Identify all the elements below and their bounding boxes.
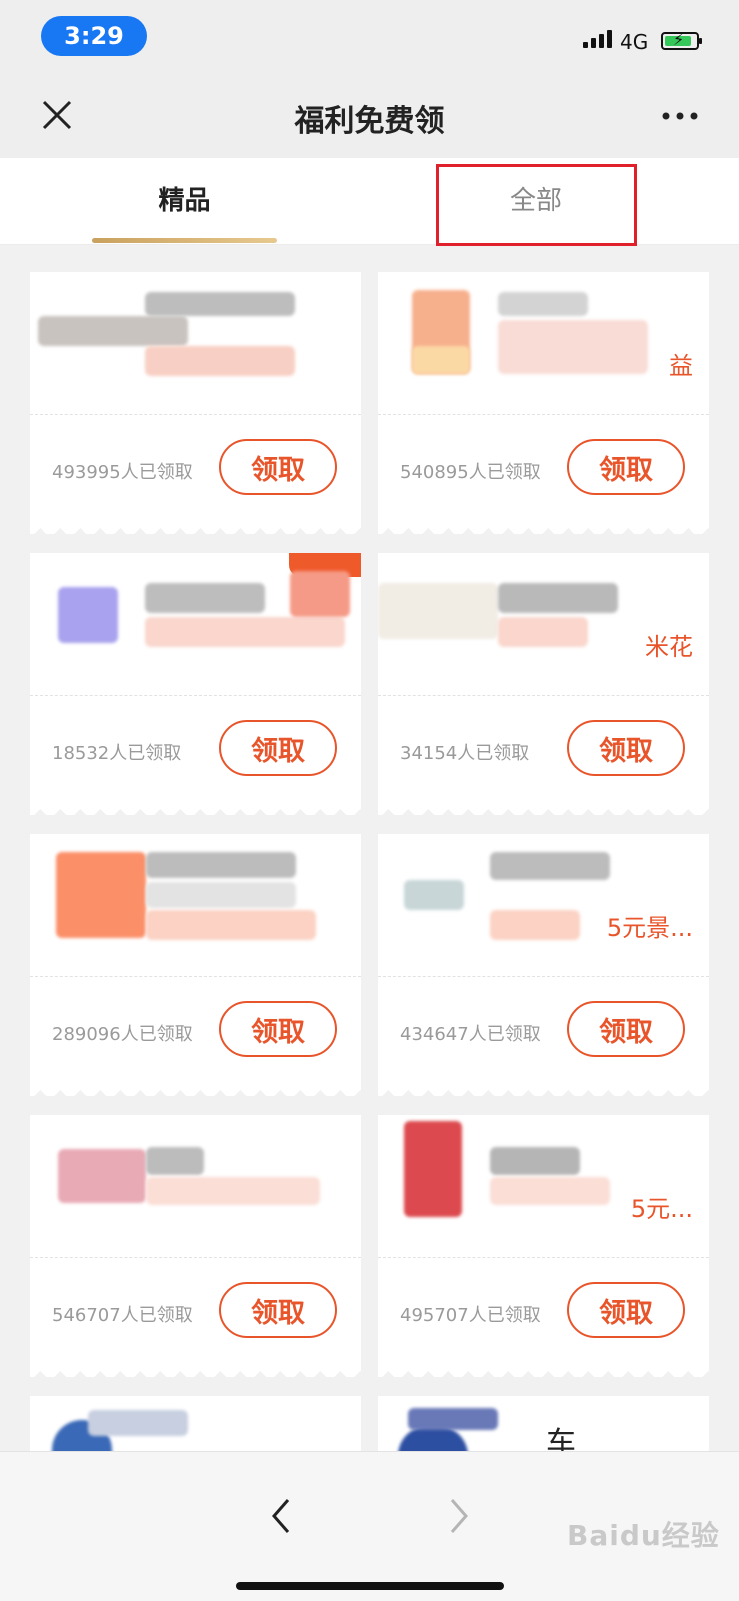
coupon-card[interactable]: 493995人已领取 领取 [30,272,361,534]
claim-button[interactable]: 领取 [567,1001,685,1057]
card-zigzag-edge [30,1084,361,1096]
page-title: 福利免费领 [294,104,445,139]
card-subtitle: 5元景... [606,914,693,942]
coupon-card[interactable]: 289096人已领取 领取 [30,834,361,1096]
card-header [378,1115,709,1257]
claim-button[interactable]: 领取 [219,439,337,495]
card-header [378,834,709,976]
claimed-count: 289096人已领取 [52,1024,193,1045]
coupon-card[interactable]: 5元... 495707人已领取 领取 [378,1115,709,1377]
status-bar: 3:29 4G ⚡ [0,0,739,78]
coupon-card-partial[interactable]: 车 [378,1396,709,1461]
claimed-count: 493995人已领取 [52,462,193,483]
coupon-card[interactable]: 5元景... 434647人已领取 领取 [378,834,709,1096]
claimed-count: 540895人已领取 [400,462,541,483]
battery-icon: ⚡ [661,30,702,50]
claim-button[interactable]: 领取 [567,1282,685,1338]
claim-button[interactable]: 领取 [567,720,685,776]
card-subtitle: 米花 [645,633,693,661]
home-indicator [236,1582,504,1590]
coupon-card-partial[interactable] [30,1396,361,1456]
card-header [30,1115,361,1257]
claim-button[interactable]: 领取 [567,439,685,495]
card-zigzag-edge [30,1365,361,1377]
card-header [378,553,709,695]
card-zigzag-edge [378,1084,709,1096]
active-tab-indicator [92,238,277,243]
card-divider [378,1257,709,1258]
card-header [30,553,361,695]
coupon-card[interactable]: 546707人已领取 领取 [30,1115,361,1377]
claimed-count: 546707人已领取 [52,1305,193,1326]
card-zigzag-edge [378,803,709,815]
claim-button[interactable]: 领取 [219,1282,337,1338]
card-header [30,834,361,976]
card-divider [378,414,709,415]
card-divider [30,695,361,696]
network-label: 4G [620,30,649,54]
claim-button[interactable]: 领取 [219,1001,337,1057]
more-options-icon[interactable] [660,110,700,122]
signal-icon [583,30,612,48]
tab-featured[interactable]: 精品 [92,180,277,217]
card-divider [30,414,361,415]
card-header [30,272,361,414]
nav-bar: 福利免费领 [0,78,739,158]
highlight-box [436,164,637,246]
bottom-toolbar: Baidu经验 [0,1451,739,1601]
claimed-count: 18532人已领取 [52,743,182,764]
claimed-count: 495707人已领取 [400,1305,541,1326]
card-zigzag-edge [378,522,709,534]
card-divider [378,976,709,977]
claimed-count: 434647人已领取 [400,1024,541,1045]
coupon-card[interactable]: 益 540895人已领取 领取 [378,272,709,534]
claim-button[interactable]: 领取 [219,720,337,776]
card-divider [30,976,361,977]
card-subtitle: 5元... [630,1195,693,1223]
coupon-card[interactable]: 米花 34154人已领取 领取 [378,553,709,815]
card-header [378,272,709,414]
watermark-logo: Baidu经验 [567,1519,720,1552]
card-divider [378,695,709,696]
card-divider [30,1257,361,1258]
card-zigzag-edge [378,1365,709,1377]
forward-arrow-icon[interactable] [446,1496,472,1536]
coupon-card[interactable]: 18532人已领取 领取 [30,553,361,815]
card-subtitle: 益 [669,352,693,380]
card-zigzag-edge [30,803,361,815]
card-zigzag-edge [30,522,361,534]
claimed-count: 34154人已领取 [400,743,530,764]
back-arrow-icon[interactable] [268,1496,294,1536]
status-time: 3:29 [41,16,147,56]
